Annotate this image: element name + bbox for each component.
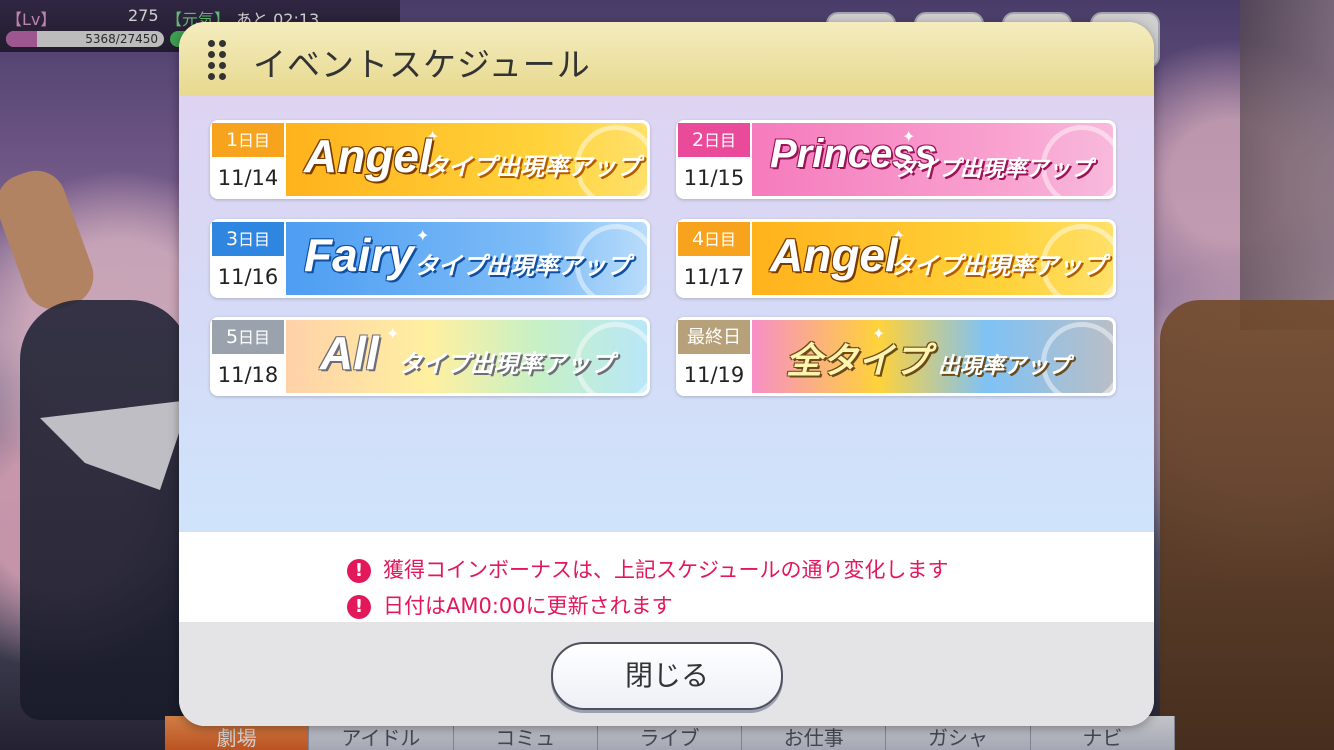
dialog-header: イベントスケジュール [179,22,1154,96]
schedule-card-day2: 2日目 11/15 ✦ Princess タイプ出現率アップ [676,120,1116,199]
day-label: 最終日 [678,320,750,354]
schedule-card-day5: 5日目 11/18 ✦ All タイプ出現率アップ [210,317,650,396]
note-item: ! 獲得コインボーナスは、上記スケジュールの通り変化します [347,554,949,584]
banner-suffix: タイプ出現率アップ [890,252,1106,280]
note-item: ! 日付はAM0:00に更新されます [347,590,673,620]
angel-banner: ✦ Angel タイプ出現率アップ [286,123,647,196]
banner-suffix: タイプ出現率アップ [414,252,630,280]
banner-suffix: 出現率アップ [938,354,1071,379]
dialog-footer: 閉じる [179,622,1154,726]
schedule-card-day4: 4日目 11/17 ✦ Angel タイプ出現率アップ [676,219,1116,298]
drag-handle-icon [208,40,228,80]
day-label: 3日目 [212,222,284,256]
close-button[interactable]: 閉じる [551,642,783,710]
sparkle-icon: ✦ [416,226,430,245]
dialog-title: イベントスケジュール [253,45,591,84]
banner-type-name: Fairy [304,229,414,281]
note-text: 日付はAM0:00に更新されます [383,594,673,618]
all-types-banner: ✦ 全タイプ 出現率アップ [752,320,1113,393]
banner-type-name: Angel [770,229,898,281]
schedule-card-day1: 1日目 11/14 ✦ Angel タイプ出現率アップ [210,120,650,199]
notes-section: ! 獲得コインボーナスは、上記スケジュールの通り変化します ! 日付はAM0:00に… [179,532,1154,622]
day-label: 5日目 [212,320,284,354]
day-date: 11/19 [683,363,745,387]
princess-banner: ✦ Princess タイプ出現率アップ [752,123,1113,196]
fairy-banner: ✦ Fairy タイプ出現率アップ [286,222,647,295]
banner-type-name: 全タイプ [786,340,931,381]
all-banner: ✦ All タイプ出現率アップ [286,320,647,393]
day-date: 11/18 [217,363,279,387]
banner-type-name: Angel [304,130,432,182]
schedule-card-final-day: 最終日 11/19 ✦ 全タイプ 出現率アップ [676,317,1116,396]
angel-banner: ✦ Angel タイプ出現率アップ [752,222,1113,295]
note-text: 獲得コインボーナスは、上記スケジュールの通り変化します [383,558,949,582]
event-schedule-dialog: イベントスケジュール 1日目 11/14 ✦ Angel タイプ出現率アップ 2… [179,22,1154,726]
day-date: 11/15 [683,166,745,190]
banner-suffix: タイプ出現率アップ [894,157,1093,182]
sparkle-icon: ✦ [386,324,400,343]
warning-icon: ! [347,595,371,619]
day-label: 4日目 [678,222,750,256]
day-date: 11/17 [683,265,745,289]
banner-type-name: All [320,327,379,379]
warning-icon: ! [347,559,371,583]
schedule-grid: 1日目 11/14 ✦ Angel タイプ出現率アップ 2日目 11/15 ✦ … [179,96,1154,532]
schedule-card-day3: 3日目 11/16 ✦ Fairy タイプ出現率アップ [210,219,650,298]
banner-suffix: タイプ出現率アップ [424,153,640,181]
day-label: 2日目 [678,123,750,157]
day-date: 11/16 [217,265,279,289]
banner-suffix: タイプ出現率アップ [398,350,614,378]
day-label: 1日目 [212,123,284,157]
day-date: 11/14 [217,166,279,190]
